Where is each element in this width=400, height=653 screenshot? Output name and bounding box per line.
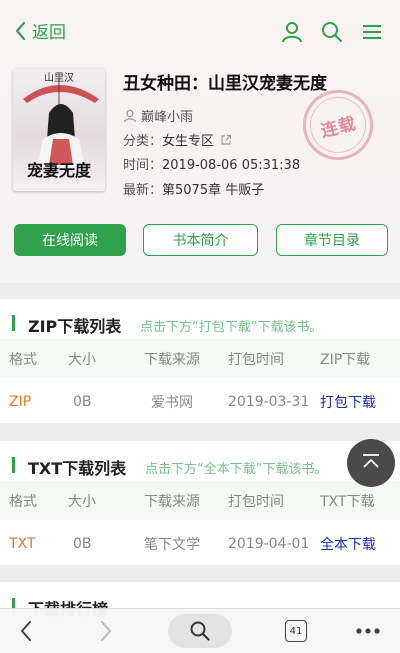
section-accent-bar — [12, 315, 15, 331]
book-title: 丑女种田：山里汉宠妻无度 — [123, 74, 327, 94]
col-size: 大小 — [68, 493, 96, 510]
cover-title: 宠妻无度 — [26, 161, 91, 180]
author-name: 巅峰小雨 — [141, 110, 194, 125]
browser-tabs-button[interactable]: 41 — [278, 609, 314, 653]
arrow-up-icon — [363, 454, 379, 468]
chapter-list-button[interactable]: 章节目录 — [276, 224, 388, 256]
txt-download-link[interactable]: 全本下载 — [320, 522, 376, 565]
tabs-count: 41 — [285, 620, 307, 642]
browser-forward-button[interactable] — [88, 609, 124, 653]
table-header: 格式 大小 下载来源 打包时间 TXT下载 — [0, 481, 400, 520]
section-header: ZIP下载列表 点击下方“打包下载”下载该书。 — [0, 299, 400, 339]
menu-icon[interactable] — [360, 20, 384, 44]
col-format: 格式 — [9, 493, 37, 510]
back-button[interactable]: 返回 — [14, 18, 66, 43]
col-source: 下载来源 — [144, 493, 200, 510]
zip-download-link[interactable]: 打包下载 — [320, 380, 376, 423]
zip-download-section: ZIP下载列表 点击下方“打包下载”下载该书。 格式 大小 下载来源 打包时间 … — [0, 299, 400, 423]
back-to-top-button[interactable] — [347, 439, 395, 487]
browser-search-button[interactable] — [168, 609, 232, 653]
row-source: 笔下文学 — [144, 536, 200, 553]
col-time: 打包时间 — [228, 493, 284, 510]
row-source: 爱书网 — [151, 394, 193, 411]
row-size: 0B — [73, 535, 92, 552]
latest-label: 最新： — [123, 183, 163, 198]
search-icon[interactable] — [320, 20, 344, 44]
row-time: 2019-03-31 — [228, 393, 310, 410]
latest-row[interactable]: 最新：第5075章 牛贩子 — [123, 179, 264, 198]
external-link-icon — [221, 134, 232, 145]
col-size: 大小 — [68, 351, 96, 368]
chevron-right-icon — [101, 621, 111, 641]
read-online-button[interactable]: 在线阅读 — [14, 224, 126, 256]
col-source: 下载来源 — [144, 351, 200, 368]
cover-subtitle: 山里汉 — [44, 73, 74, 84]
col-format: 格式 — [9, 351, 37, 368]
time-row: 时间：2019-08-06 05:31:38 — [123, 154, 300, 173]
txt-download-section: TXT下载列表 点击下方“全本下载”下载该书。 格式 大小 下载来源 打包时间 … — [0, 441, 400, 565]
category-row[interactable]: 分类： 女生专区 — [123, 130, 232, 149]
section-title: TXT下载列表 — [28, 459, 127, 478]
table-row: TXT 0B 笔下文学 2019-04-01 全本下载 — [0, 522, 400, 565]
category-label: 分类： — [123, 134, 163, 149]
search-icon — [190, 621, 210, 641]
chevron-left-icon — [15, 21, 26, 40]
row-format: ZIP — [9, 393, 32, 410]
table-row: ZIP 0B 爱书网 2019-03-31 打包下载 — [0, 380, 400, 423]
row-format: TXT — [9, 535, 36, 552]
table-header: 格式 大小 下载来源 打包时间 ZIP下载 — [0, 339, 400, 378]
section-accent-bar — [12, 457, 15, 473]
time-label: 时间： — [123, 158, 163, 173]
latest-chapter: 第5075章 牛贩子 — [162, 183, 265, 198]
author-row[interactable]: 巅峰小雨 — [123, 106, 193, 125]
search-pill — [168, 614, 232, 648]
book-intro-button[interactable]: 书本简介 — [143, 224, 258, 256]
section-title: ZIP下载列表 — [28, 317, 122, 336]
section-hint: 点击下方“全本下载”下载该书。 — [145, 462, 328, 477]
browser-back-button[interactable] — [8, 609, 44, 653]
top-bar: 返回 — [0, 0, 400, 62]
section-header: TXT下载列表 点击下方“全本下载”下载该书。 — [0, 441, 400, 481]
author-icon — [123, 109, 137, 122]
book-cover[interactable]: 山里汉 宠妻无度 — [13, 69, 105, 191]
browser-more-button[interactable] — [350, 609, 386, 653]
browser-toolbar: 41 — [0, 608, 400, 653]
row-size: 0B — [73, 393, 92, 410]
col-time: 打包时间 — [228, 351, 284, 368]
col-download: TXT下载 — [320, 493, 375, 510]
col-download: ZIP下载 — [320, 351, 371, 368]
time-value: 2019-08-06 05:31:38 — [162, 158, 301, 173]
more-icon — [356, 628, 380, 634]
status-stamp-text: 连载 — [318, 113, 359, 142]
category-value: 女生专区 — [162, 134, 215, 149]
chevron-left-icon — [21, 621, 31, 641]
user-icon[interactable] — [280, 20, 304, 44]
section-hint: 点击下方“打包下载”下载该书。 — [140, 320, 323, 335]
row-time: 2019-04-01 — [228, 535, 310, 552]
back-label: 返回 — [32, 23, 66, 43]
